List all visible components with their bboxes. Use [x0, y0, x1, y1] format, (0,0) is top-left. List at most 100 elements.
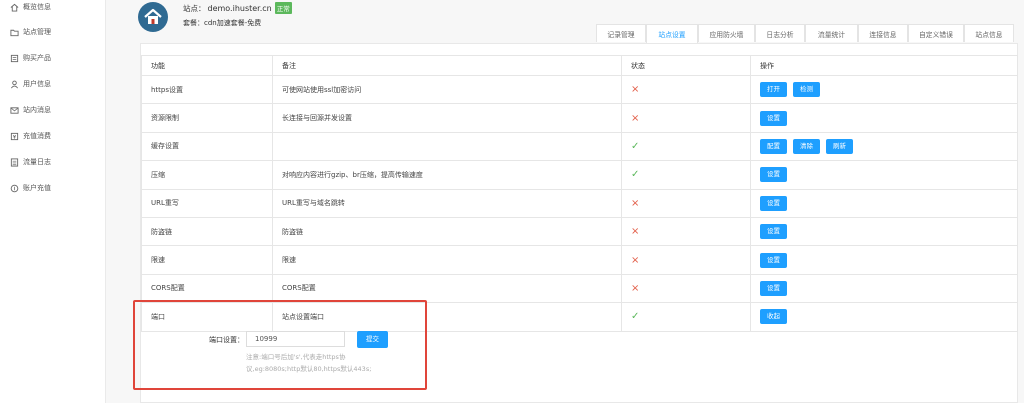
feature-cell: 防盗链 [141, 216, 273, 247]
port-note-line: 注意:端口号后加's',代表走https协 [246, 353, 346, 361]
cross-icon: × [631, 197, 640, 209]
actions-cell: 设置 [750, 245, 1018, 275]
submit-button[interactable]: 提交 [357, 331, 388, 348]
check-button[interactable]: 检测 [793, 82, 820, 98]
column-header-status: 状态 [621, 55, 751, 76]
sidebar-item-account-recharge[interactable]: 账户充值 [10, 181, 51, 195]
money-icon [10, 132, 19, 141]
sidebar-item-label: 站内消息 [23, 106, 51, 114]
tab-log-analysis[interactable]: 日志分析 [755, 24, 805, 42]
sidebar: 概览信息 站点管理 购买产品 用户信息 站内消息 充值消费 流量日志 账户充值 [0, 0, 106, 403]
actions-cell: 设置 [750, 103, 1018, 133]
cross-icon: × [631, 84, 640, 96]
sidebar-item-recharge-consume[interactable]: 充值消费 [10, 129, 51, 143]
note-cell: 对响应内容进行gzip、br压缩，提高传输速度 [272, 160, 622, 190]
note-cell: 防盗链 [272, 216, 622, 247]
feature-cell: URL重写 [141, 188, 273, 218]
sidebar-item-overview[interactable]: 概览信息 [10, 0, 51, 14]
check-icon: ✓ [631, 311, 640, 323]
status-cell: × [621, 103, 751, 133]
settings-button[interactable]: 设置 [760, 224, 787, 240]
settings-table: 功能 备注 状态 操作 https设置 可使网站使用ssl加密访问 × 打开 检测… [141, 55, 1018, 332]
table-row: 资源限制 长连接与回源并发设置 × 设置 [141, 103, 1018, 133]
port-setting-label: 端口设置： [209, 336, 244, 344]
settings-button[interactable]: 设置 [760, 110, 787, 126]
actions-cell: 设置 [750, 160, 1018, 190]
home-icon [10, 3, 19, 12]
configure-button[interactable]: 配置 [760, 138, 787, 154]
settings-button[interactable]: 设置 [760, 280, 787, 296]
tab-connection-info[interactable]: 连接信息 [858, 24, 908, 42]
status-cell: × [621, 74, 751, 105]
status-cell: × [621, 188, 751, 218]
port-input[interactable] [246, 331, 345, 347]
open-button[interactable]: 打开 [760, 82, 787, 98]
tab-record-management[interactable]: 记录管理 [596, 24, 646, 42]
package-label: 套餐： [183, 19, 204, 27]
status-cell: ✓ [621, 160, 751, 190]
settings-button[interactable]: 设置 [760, 195, 787, 211]
tab-site-info[interactable]: 站点信息 [964, 24, 1014, 42]
feature-cell: 压缩 [141, 160, 273, 190]
note-cell: URL重写与域名跳转 [272, 188, 622, 218]
sidebar-item-traffic-log[interactable]: 流量日志 [10, 155, 51, 169]
cart-icon [10, 54, 19, 63]
tab-app-firewall[interactable]: 应用防火墙 [698, 24, 755, 42]
status-badge: 正常 [274, 2, 292, 14]
note-cell: 长连接与回源并发设置 [272, 103, 622, 133]
note-cell: 可使网站使用ssl加密访问 [272, 74, 622, 105]
sidebar-item-messages[interactable]: 站内消息 [10, 103, 51, 117]
status-cell: ✓ [621, 131, 751, 162]
sidebar-item-buy-product[interactable]: 购买产品 [10, 51, 51, 65]
sidebar-item-label: 账户充值 [23, 184, 51, 192]
cross-icon: × [631, 282, 640, 294]
sidebar-item-label: 用户信息 [23, 80, 51, 88]
actions-cell: 设置 [750, 216, 1018, 247]
note-cell: CORS配置 [272, 273, 622, 304]
sidebar-item-user-info[interactable]: 用户信息 [10, 77, 51, 91]
site-domain: demo.ihuster.cn [207, 3, 272, 13]
package-info: 套餐：cdn加速套餐-免费 [183, 18, 261, 28]
cross-icon: × [631, 226, 640, 238]
cross-icon: × [631, 254, 640, 266]
collapse-button[interactable]: 收起 [760, 309, 787, 325]
feature-cell: 限速 [141, 245, 273, 275]
user-icon [10, 80, 19, 89]
check-icon: ✓ [631, 169, 640, 181]
sidebar-item-label: 购买产品 [23, 54, 51, 62]
settings-button[interactable]: 设置 [760, 252, 787, 268]
settings-button[interactable]: 设置 [760, 167, 787, 183]
actions-cell: 设置 [750, 188, 1018, 218]
note-cell [272, 131, 622, 162]
mail-icon [10, 106, 19, 115]
table-row: CORS配置 CORS配置 × 设置 [141, 273, 1018, 304]
clear-button[interactable]: 清除 [793, 138, 820, 154]
check-icon: ✓ [631, 140, 640, 152]
table-header-row: 功能 备注 状态 操作 [141, 55, 1018, 76]
tab-custom-errors[interactable]: 自定义错误 [908, 24, 964, 42]
list-icon [10, 157, 19, 167]
actions-cell: 配置 清除 刷新 [750, 131, 1018, 162]
port-note-line: 议,eg:8080s;http默认80,https默认443s; [246, 365, 372, 373]
site-logo [138, 2, 168, 32]
port-note: 注意:端口号后加's',代表走https协 议,eg:8080s;http默认8… [246, 351, 406, 375]
table-row: 缓存设置 ✓ 配置 清除 刷新 [141, 131, 1018, 162]
table-row: 防盗链 防盗链 × 设置 [141, 216, 1018, 247]
feature-cell: 资源限制 [141, 103, 273, 133]
sidebar-item-label: 站点管理 [23, 28, 51, 36]
note-cell: 限速 [272, 245, 622, 275]
sidebar-item-site-management[interactable]: 站点管理 [10, 25, 51, 39]
table-row: 压缩 对响应内容进行gzip、br压缩，提高传输速度 ✓ 设置 [141, 160, 1018, 190]
feature-cell: 缓存设置 [141, 131, 273, 162]
sidebar-item-label: 流量日志 [23, 158, 51, 166]
feature-cell: https设置 [141, 74, 273, 105]
cross-icon: × [631, 112, 640, 124]
table-row: URL重写 URL重写与域名跳转 × 设置 [141, 188, 1018, 218]
column-header-note: 备注 [272, 55, 622, 76]
site-info: 站点： demo.ihuster.cn 正常 [183, 2, 292, 14]
site-label: 站点： [183, 3, 206, 13]
tab-traffic-stats[interactable]: 流量统计 [805, 24, 858, 42]
folder-icon [10, 28, 19, 37]
refresh-button[interactable]: 刷新 [826, 138, 853, 154]
tab-site-settings[interactable]: 站点设置 [646, 24, 698, 43]
